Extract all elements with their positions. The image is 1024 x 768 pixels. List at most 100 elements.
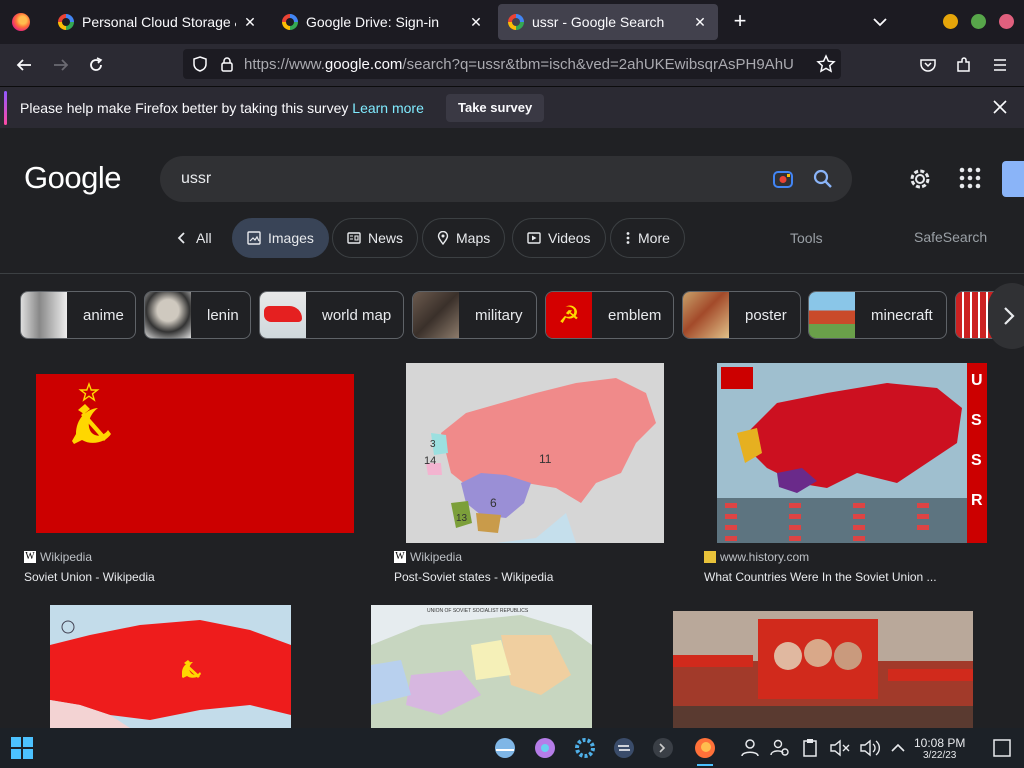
filter-images[interactable]: Images [232,218,329,258]
system-settings-icon[interactable] [573,736,597,760]
close-window-button[interactable] [999,14,1014,29]
firefox-menu-button[interactable] [0,0,42,44]
google-logo[interactable]: Google [24,160,121,196]
tab-close-icon[interactable]: ✕ [692,14,708,31]
user-switch-icon[interactable] [768,736,792,760]
chip-label: military [475,306,523,324]
related-chip-minecraft[interactable]: minecraft [808,291,947,339]
system-tray-expand-icon[interactable] [886,736,910,760]
map-label: 13 [456,513,468,524]
filters-divider [0,273,1024,274]
search-box[interactable]: ussr [160,156,852,202]
close-notification-icon[interactable] [990,97,1010,117]
settings-gear-icon[interactable] [907,166,933,192]
terminal-icon[interactable] [651,736,675,760]
tab-close-icon[interactable]: ✕ [242,14,258,31]
filter-more[interactable]: More [610,218,685,258]
user-icon[interactable] [738,736,762,760]
notification-text: Please help make Firefox better by takin… [20,100,349,116]
hamburger-menu-icon[interactable] [989,54,1011,76]
filter-label: Images [268,230,314,246]
ussr-letter: S [971,412,982,429]
related-chip-world-map[interactable]: world map [259,291,404,339]
forward-icon[interactable] [50,54,72,76]
search-input[interactable]: ussr [181,170,211,188]
volume-icon[interactable] [858,736,882,760]
tab-ussr-search[interactable]: ussr - Google Search ✕ [498,4,718,40]
minimize-button[interactable] [943,14,958,29]
back-icon[interactable] [13,54,35,76]
extensions-icon[interactable] [953,54,975,76]
chip-label: emblem [608,306,662,324]
result-title[interactable]: Soviet Union - Wikipedia [24,570,155,584]
post-soviet-map-image: 11 6 3 14 13 [406,363,664,543]
sign-in-button[interactable] [1002,161,1024,197]
audio-muted-icon[interactable] [828,736,852,760]
related-chip-anime[interactable]: anime [20,291,136,339]
lock-icon[interactable] [218,55,236,78]
more-vert-icon [625,231,631,245]
google-apps-icon[interactable] [958,166,982,190]
maximize-button[interactable] [971,14,986,29]
file-manager-icon[interactable] [493,736,517,760]
tracking-protection-shield-icon[interactable] [191,55,209,78]
result-title[interactable]: What Countries Were In the Soviet Union … [704,570,937,584]
tab-title: Google Drive: Sign-in [306,14,440,30]
image-result-2[interactable]: 11 6 3 14 13 W Wikipedia Post-Soviet sta… [394,363,674,593]
image-result-1[interactable]: W Wikipedia Soviet Union - Wikipedia [24,363,364,593]
result-source: W Wikipedia [24,550,92,564]
clock[interactable]: 10:08 PM 3/22/23 [914,736,965,761]
new-tab-button[interactable]: + [728,10,752,34]
related-next-button[interactable] [988,283,1024,349]
source-name: Wikipedia [40,550,93,564]
notification-message: Please help make Firefox better by takin… [20,100,424,116]
firefox-taskbar-icon[interactable] [693,736,717,766]
tools-button[interactable]: Tools [790,230,823,246]
union-soviet-map-image: UNION OF SOVIET SOCIALIST REPUBLICS [371,605,592,728]
related-chip-poster[interactable]: poster [682,291,801,339]
chip-label: minecraft [871,306,933,324]
related-chip-emblem[interactable]: ☭ emblem [545,291,674,339]
tab-personal-cloud[interactable]: Personal Cloud Storage & F ✕ [48,4,268,40]
filter-videos[interactable]: Videos [512,218,606,258]
chevron-left-icon [175,231,189,245]
show-desktop-icon[interactable] [990,736,1014,760]
ussr-red-map-image [50,605,291,728]
url-prefix: https://www. [244,56,325,73]
image-result-5[interactable]: UNION OF SOVIET SOCIALIST REPUBLICS [371,605,592,728]
image-result-3[interactable]: U S S R www.history.com What Countries W… [704,363,1004,593]
pocket-icon[interactable] [917,54,939,76]
filter-all[interactable]: All [160,218,227,258]
learn-more-link[interactable]: Learn more [352,100,424,116]
url-bar[interactable]: https://www.google.com/search?q=ussr&tbm… [183,49,841,79]
app-launcher-icon[interactable] [533,736,557,760]
search-icon[interactable] [812,168,834,195]
google-lens-icon[interactable] [772,169,794,194]
tab-bar: Personal Cloud Storage & F ✕ Google Driv… [0,0,1024,44]
clock-time: 10:08 PM [914,736,966,750]
safesearch-button[interactable]: SafeSearch [914,229,987,245]
filter-label: All [196,230,212,246]
list-all-tabs-icon[interactable] [870,12,890,32]
wikipedia-icon: W [394,551,406,563]
start-menu-icon[interactable] [10,736,34,760]
image-result-4[interactable] [50,605,292,728]
related-chip-lenin[interactable]: lenin [144,291,251,339]
hammer-sickle-icon [72,381,111,444]
url-text[interactable]: https://www.google.com/search?q=ussr&tbm… [244,56,794,73]
map-label: 14 [424,455,436,467]
google-images-page: Google ussr All Images News Maps Videos … [0,128,1024,728]
related-chip-military[interactable]: military [412,291,537,339]
result-title[interactable]: Post-Soviet states - Wikipedia [394,570,553,584]
reload-icon[interactable] [85,54,107,76]
filter-news[interactable]: News [332,218,419,258]
clipboard-icon[interactable] [798,736,822,760]
take-survey-button[interactable]: Take survey [446,94,545,122]
discover-icon[interactable] [612,736,636,760]
tab-close-icon[interactable]: ✕ [468,14,484,31]
image-result-6[interactable] [673,611,973,728]
chip-thumbnail [809,292,855,338]
bookmark-star-icon[interactable] [816,54,836,79]
tab-google-drive[interactable]: Google Drive: Sign-in ✕ [272,4,494,40]
filter-maps[interactable]: Maps [422,218,506,258]
